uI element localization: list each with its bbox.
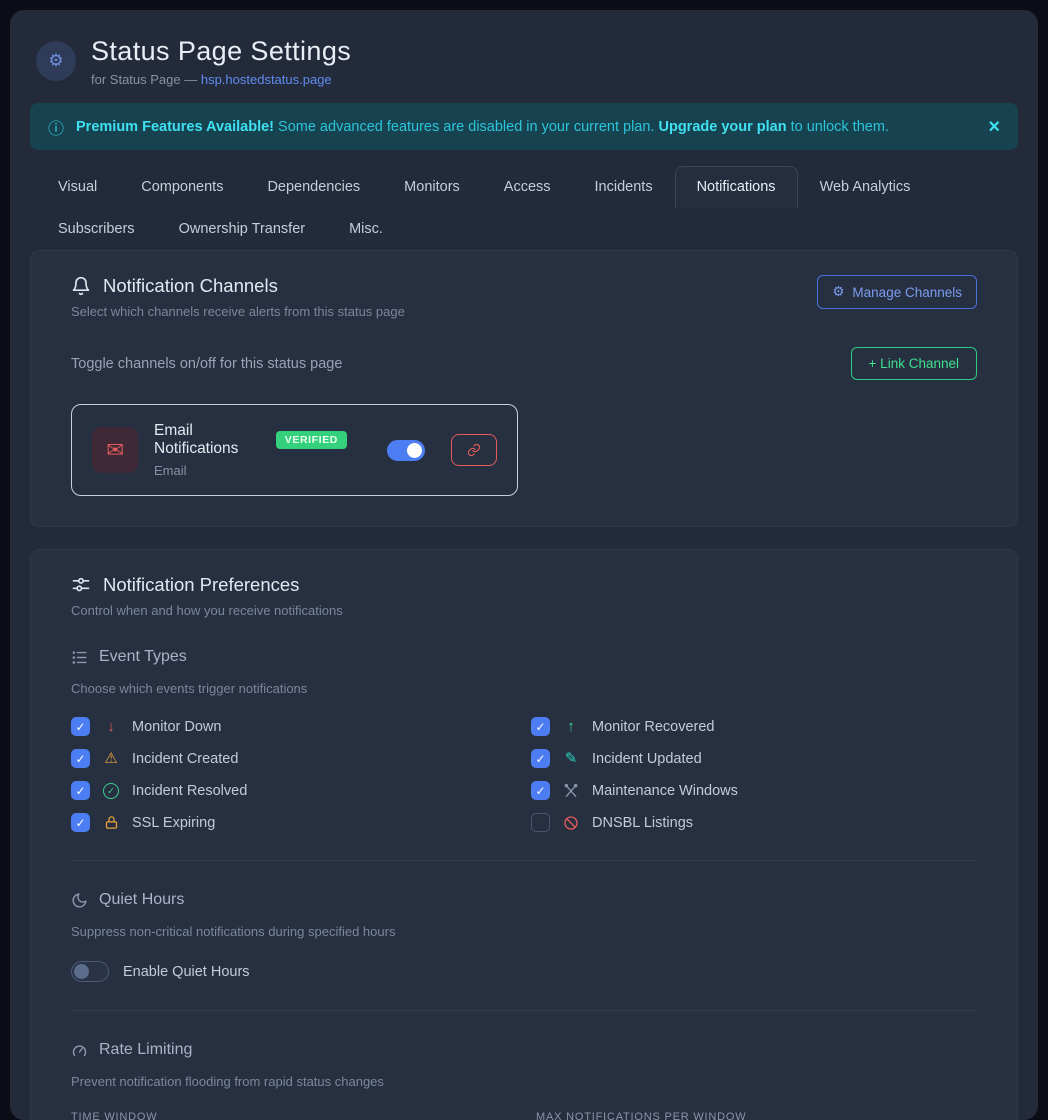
channel-name: Email Notifications: [154, 422, 266, 458]
lock-icon: [101, 815, 121, 831]
tab-components[interactable]: Components: [119, 166, 245, 208]
tab-ownership-transfer[interactable]: Ownership Transfer: [157, 208, 328, 250]
tab-access[interactable]: Access: [482, 166, 573, 208]
checkbox-maintenance-windows[interactable]: [531, 781, 550, 800]
link-icon: [467, 443, 481, 457]
preferences-title: Notification Preferences: [71, 574, 977, 596]
email-channel-toggle[interactable]: [387, 440, 425, 461]
pencil-icon: ✎: [561, 751, 581, 766]
manage-channels-button[interactable]: ⚙ Manage Channels: [817, 275, 977, 309]
channel-type: Email: [154, 463, 347, 478]
checkbox-monitor-down[interactable]: [71, 717, 90, 736]
list-icon: [71, 649, 88, 666]
close-icon[interactable]: ×: [988, 117, 1000, 137]
checkbox-incident-updated[interactable]: [531, 749, 550, 768]
gear-icon: ⚙: [48, 51, 63, 71]
bell-icon: [71, 276, 91, 296]
tab-incidents[interactable]: Incidents: [573, 166, 675, 208]
page-header: ⚙ Status Page Settings for Status Page —…: [10, 10, 1038, 87]
event-types-grid: ↓ Monitor Down ↑ Monitor Recovered ⚠ Inc…: [71, 717, 991, 832]
warning-icon: ⚠: [101, 751, 121, 766]
moon-icon: [71, 892, 88, 909]
preferences-subtitle: Control when and how you receive notific…: [71, 603, 977, 618]
event-incident-updated: ✎ Incident Updated: [531, 749, 991, 768]
event-types-subtitle: Choose which events trigger notification…: [71, 681, 977, 696]
checkbox-incident-created[interactable]: [71, 749, 90, 768]
arrow-down-icon: ↓: [101, 719, 121, 734]
checkbox-incident-resolved[interactable]: [71, 781, 90, 800]
quiet-hours-toggle-label: Enable Quiet Hours: [123, 964, 250, 980]
sliders-icon: [71, 575, 91, 595]
tools-icon: [561, 782, 581, 798]
event-monitor-down: ↓ Monitor Down: [71, 717, 531, 736]
channel-link-button[interactable]: [451, 434, 497, 466]
status-page-link[interactable]: hsp.hostedstatus.page: [201, 72, 332, 87]
upgrade-plan-link[interactable]: Upgrade your plan: [658, 119, 786, 135]
rate-limiting-heading: Rate Limiting: [71, 1041, 977, 1059]
settings-tabs: Visual Components Dependencies Monitors …: [36, 166, 1012, 250]
max-notifications-label: MAX NOTIFICATIONS PER WINDOW: [536, 1111, 977, 1120]
page-title: Status Page Settings: [91, 36, 351, 67]
event-maintenance-windows: Maintenance Windows: [531, 781, 991, 800]
rate-limiting-subtitle: Prevent notification flooding from rapid…: [71, 1074, 977, 1089]
checkbox-monitor-recovered[interactable]: [531, 717, 550, 736]
email-channel-card: ✉ Email Notifications VERIFIED Email: [71, 404, 518, 496]
channels-title: Notification Channels: [71, 275, 405, 297]
divider: [71, 1010, 977, 1011]
tab-subscribers[interactable]: Subscribers: [36, 208, 157, 250]
event-incident-resolved: ✓ Incident Resolved: [71, 781, 531, 800]
prohibited-icon: [561, 814, 581, 830]
event-incident-created: ⚠ Incident Created: [71, 749, 531, 768]
checkbox-dnsbl-listings[interactable]: [531, 813, 550, 832]
toggle-hint: Toggle channels on/off for this status p…: [71, 356, 342, 372]
time-window-label: TIME WINDOW: [71, 1111, 512, 1120]
notification-preferences-card: Notification Preferences Control when an…: [30, 549, 1018, 1120]
quiet-hours-toggle[interactable]: [71, 961, 109, 982]
tab-visual[interactable]: Visual: [36, 166, 119, 208]
channels-subtitle: Select which channels receive alerts fro…: [71, 304, 405, 319]
page-subtitle: for Status Page — hsp.hostedstatus.page: [91, 72, 351, 87]
info-icon: ⓘ: [48, 115, 64, 139]
gauge-icon: [71, 1042, 88, 1059]
envelope-icon: ✉: [92, 427, 138, 473]
premium-banner: ⓘ Premium Features Available! Some advan…: [30, 103, 1018, 150]
settings-panel: ⚙ Status Page Settings for Status Page —…: [10, 10, 1038, 1120]
event-ssl-expiring: SSL Expiring: [71, 813, 531, 832]
tab-notifications[interactable]: Notifications: [675, 166, 798, 208]
verified-badge: VERIFIED: [276, 431, 347, 449]
event-dnsbl-listings: DNSBL Listings: [531, 813, 991, 832]
tab-misc[interactable]: Misc.: [327, 208, 405, 250]
tab-dependencies[interactable]: Dependencies: [245, 166, 382, 208]
event-types-heading: Event Types: [71, 648, 977, 666]
checkbox-ssl-expiring[interactable]: [71, 813, 90, 832]
quiet-hours-heading: Quiet Hours: [71, 891, 977, 909]
gear-avatar: ⚙: [36, 41, 76, 81]
check-circle-icon: ✓: [101, 782, 121, 800]
notification-channels-card: Notification Channels Select which chann…: [30, 250, 1018, 527]
banner-text: Premium Features Available! Some advance…: [76, 119, 889, 135]
divider: [71, 860, 977, 861]
quiet-hours-subtitle: Suppress non-critical notifications duri…: [71, 924, 977, 939]
event-monitor-recovered: ↑ Monitor Recovered: [531, 717, 991, 736]
link-channel-button[interactable]: + Link Channel: [851, 347, 977, 380]
gear-icon: ⚙: [832, 284, 844, 300]
arrow-up-icon: ↑: [561, 719, 581, 734]
tab-web-analytics[interactable]: Web Analytics: [798, 166, 933, 208]
tab-monitors[interactable]: Monitors: [382, 166, 482, 208]
